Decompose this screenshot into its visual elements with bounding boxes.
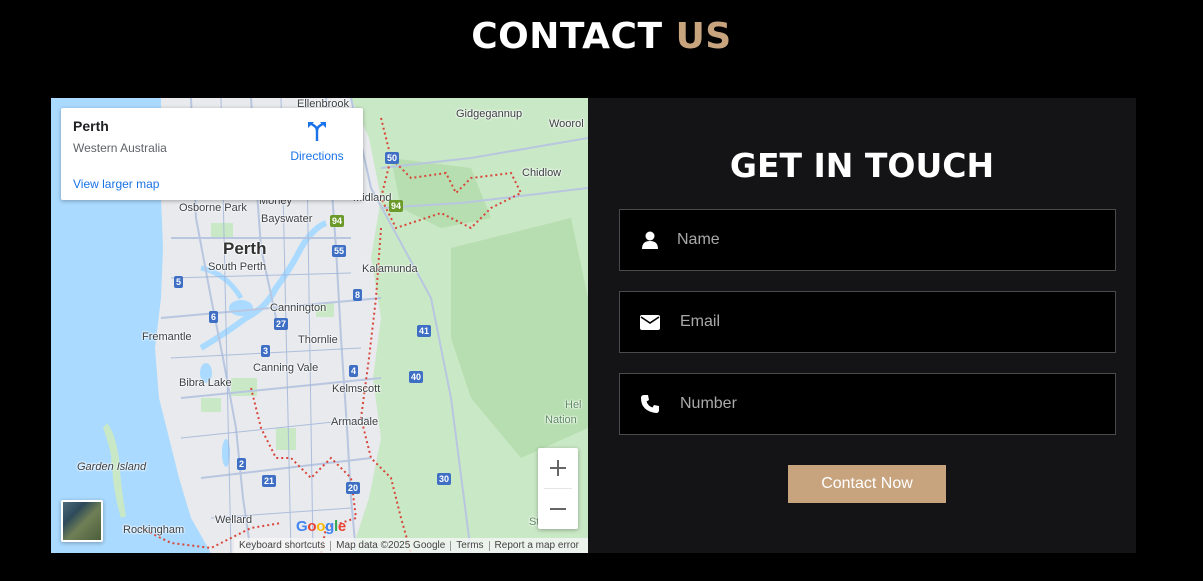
map-label-fremantle: Fremantle — [142, 331, 192, 343]
map-label-bibra-lake: Bibra Lake — [179, 377, 232, 389]
place-name: Perth — [73, 118, 109, 134]
map-label-perth: Perth — [223, 239, 267, 258]
form-title: GET IN TOUCH — [729, 146, 995, 185]
email-placeholder: Email — [680, 313, 721, 330]
map-label-woorol: Woorol — [549, 118, 584, 130]
title-part-2: US — [675, 16, 732, 57]
map-data-credit: Map data ©2025 Google — [336, 540, 446, 551]
map-embed[interactable]: Ellenbrook Gidgegannup Woorol Chidlow Mo… — [51, 98, 588, 553]
email-field[interactable]: Email — [619, 291, 1116, 353]
page-title: CONTACT US — [0, 16, 1203, 57]
route-shield: 30 — [437, 473, 452, 485]
place-info-card: Perth Western Australia View larger map … — [61, 108, 363, 200]
route-shield: 6 — [209, 311, 219, 323]
directions-label: Directions — [290, 149, 344, 163]
route-shield: 20 — [346, 482, 361, 494]
zoom-control — [538, 448, 578, 529]
number-field[interactable]: Number — [619, 373, 1116, 435]
map-label-thornlie: Thornlie — [298, 334, 338, 346]
report-map-error-link[interactable]: Report a map error — [490, 540, 584, 551]
map-label-rockingham: Rockingham — [123, 524, 185, 536]
map-label-gidgegannup: Gidgegannup — [456, 108, 523, 120]
title-part-1: CONTACT — [471, 16, 663, 57]
zoom-in-button[interactable] — [538, 448, 578, 488]
name-field[interactable]: Name — [619, 209, 1116, 271]
envelope-icon — [640, 315, 660, 330]
keyboard-shortcuts-link[interactable]: Keyboard shortcuts — [234, 540, 330, 551]
map-label-hel: Hel — [565, 399, 582, 411]
directions-button[interactable]: Directions — [287, 120, 347, 163]
route-shield: 50 — [385, 152, 400, 164]
route-shield: 3 — [261, 345, 271, 357]
map-label-nation: Nation — [545, 414, 577, 426]
route-shield: 40 — [409, 371, 424, 383]
contact-now-button[interactable]: Contact Now — [788, 465, 946, 503]
view-larger-map-link[interactable]: View larger map — [73, 177, 159, 191]
zoom-out-button[interactable] — [538, 489, 578, 529]
route-shield: 27 — [274, 318, 289, 330]
map-label-cannington: Cannington — [270, 302, 327, 314]
route-shield: 55 — [332, 245, 347, 257]
map-label-kalamunda: Kalamunda — [362, 263, 418, 275]
map-label-kelmscott: Kelmscott — [332, 383, 381, 395]
name-placeholder: Name — [677, 231, 720, 248]
map-label-osborne-park: Osborne Park — [179, 202, 247, 214]
route-shield: 94 — [330, 215, 345, 227]
number-placeholder: Number — [680, 395, 737, 412]
contact-form-panel: GET IN TOUCH Name Email Number Contact N… — [588, 98, 1136, 553]
route-shield: 41 — [417, 325, 432, 337]
map-label-canning-vale: Canning Vale — [253, 362, 319, 374]
map-label-armadale: Armadale — [331, 416, 379, 428]
minus-icon — [550, 508, 566, 510]
map-label-bayswater: Bayswater — [261, 213, 313, 225]
route-shield: 21 — [262, 475, 277, 487]
directions-icon — [308, 122, 326, 141]
place-region: Western Australia — [73, 141, 167, 155]
route-shield: 4 — [349, 365, 359, 377]
route-shield: 8 — [353, 289, 363, 301]
map-label-chidlow: Chidlow — [522, 167, 562, 179]
route-shield: 2 — [237, 458, 247, 470]
terms-link[interactable]: Terms — [451, 540, 488, 551]
map-attribution-bar: Keyboard shortcuts Map data ©2025 Google… — [234, 538, 588, 553]
phone-icon — [641, 395, 659, 413]
user-icon — [642, 231, 658, 249]
google-logo: Google — [296, 518, 346, 535]
map-label-south-perth: South Perth — [208, 261, 267, 273]
route-shield: 5 — [174, 276, 184, 288]
map-label-garden-island: Garden Island — [77, 461, 147, 473]
satellite-view-toggle[interactable] — [61, 500, 103, 542]
map-label-wellard: Wellard — [215, 514, 253, 526]
route-shield: 94 — [389, 200, 404, 212]
plus-icon — [550, 460, 566, 476]
